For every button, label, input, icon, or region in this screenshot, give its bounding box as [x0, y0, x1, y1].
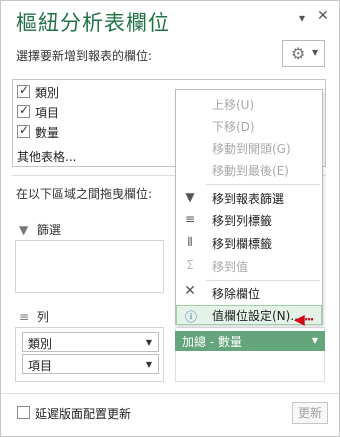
values-field-sum-quantity[interactable]: 加總 - 數量 ▼ [175, 331, 325, 351]
pivot-field-pane: 樞紐分析表欄位 ▾ ✕ 選擇要新增到報表的欄位: ⚙ ▼ 類別 項目 數量 其他… [0, 0, 340, 437]
menu-item-label: 移到值 [212, 260, 249, 274]
filter-icon: ▼ [19, 223, 29, 237]
chevron-down-icon: ▼ [311, 336, 318, 345]
menu-item-label: 移動到最後(E) [212, 164, 289, 178]
drag-hint: 在以下區域之間拖曳欄位: [16, 187, 153, 201]
menu-item-remove-field[interactable]: ✕ 移除欄位 [176, 283, 322, 303]
columns-icon: ⦀ [187, 235, 193, 249]
chevron-down-icon: ▼ [145, 338, 152, 347]
gear-icon: ⚙ [291, 44, 306, 63]
filter-icon: ▼ [185, 190, 195, 204]
menu-item-move-down[interactable]: 下移(D) [176, 116, 322, 136]
layout-options-button[interactable]: ⚙ ▼ [282, 40, 325, 67]
pane-title: 樞紐分析表欄位 [16, 11, 170, 35]
menu-item-move-to-filter[interactable]: ▼ 移到報表篩選 [176, 188, 322, 208]
rows-field-label: 項目 [28, 359, 53, 373]
rows-field-label: 類別 [28, 337, 53, 351]
menu-separator [206, 280, 320, 281]
subtitle: 選擇要新增到報表的欄位: [16, 49, 153, 63]
values-field-label: 加總 - 數量 [182, 335, 242, 349]
rows-field-category[interactable]: 類別 ▼ [22, 332, 159, 352]
menu-item-move-to-beginning[interactable]: 移動到開頭(G) [176, 138, 322, 158]
defer-label: 延遲版面配置更新 [35, 407, 132, 421]
field-label: 項目 [35, 106, 60, 120]
remove-icon: ✕ [184, 283, 196, 299]
field-label: 數量 [35, 126, 60, 140]
rows-area-header: ≡ 列 [19, 308, 49, 325]
menu-item-move-to-columns[interactable]: ⦀ 移到欄標籤 [176, 233, 322, 253]
rows-label: 列 [36, 310, 49, 324]
field-context-menu: 上移(U) 下移(D) 移動到開頭(G) 移動到最後(E) ▼ 移到報表篩選 ≡… [175, 89, 323, 325]
field-checkbox[interactable] [17, 123, 30, 138]
pane-options-caret-icon[interactable]: ▾ [299, 11, 305, 25]
menu-item-label: 上移(U) [212, 98, 255, 112]
menu-separator [206, 184, 320, 185]
defer-checkbox[interactable] [17, 406, 30, 419]
menu-item-label: 移到報表篩選 [212, 192, 285, 206]
menu-item-label: 下移(D) [212, 120, 255, 134]
filters-drop-area[interactable] [15, 240, 164, 293]
filters-label: 篩選 [36, 223, 61, 237]
field-checkbox[interactable] [17, 103, 30, 118]
menu-item-label: 移到列標籤 [212, 214, 273, 228]
update-button[interactable]: 更新 [292, 402, 328, 424]
menu-item-move-to-values[interactable]: Σ 移到值 [176, 256, 322, 276]
menu-item-move-to-rows[interactable]: ≡ 移到列標籤 [176, 210, 322, 230]
menu-item-label: 移到欄標籤 [212, 237, 273, 251]
sigma-icon: Σ [186, 258, 194, 272]
chevron-down-icon: ▼ [312, 48, 319, 57]
more-tables-link[interactable]: 其他表格... [17, 148, 76, 165]
pointer-arrow-icon: ◀┅ [294, 312, 314, 328]
field-settings-icon: ⓘ [184, 310, 197, 324]
rows-field-item[interactable]: 項目 ▼ [22, 354, 159, 374]
close-icon[interactable]: ✕ [317, 8, 329, 24]
rows-icon: ≡ [19, 310, 30, 324]
rows-icon: ≡ [184, 212, 196, 226]
filters-area-header: ▼ 篩選 [19, 221, 61, 238]
rows-drop-area[interactable]: 類別 ▼ 項目 ▼ [15, 327, 164, 382]
chevron-down-icon: ▼ [145, 360, 152, 369]
menu-item-label: 值欄位設定(N)... [212, 309, 302, 323]
menu-item-move-to-end[interactable]: 移動到最後(E) [176, 160, 322, 180]
menu-item-label: 移動到開頭(G) [212, 142, 291, 156]
field-checkbox[interactable] [17, 83, 30, 98]
menu-item-label: 移除欄位 [212, 287, 261, 301]
menu-item-move-up[interactable]: 上移(U) [176, 94, 322, 114]
divider [1, 393, 339, 394]
field-label: 類別 [35, 86, 60, 100]
